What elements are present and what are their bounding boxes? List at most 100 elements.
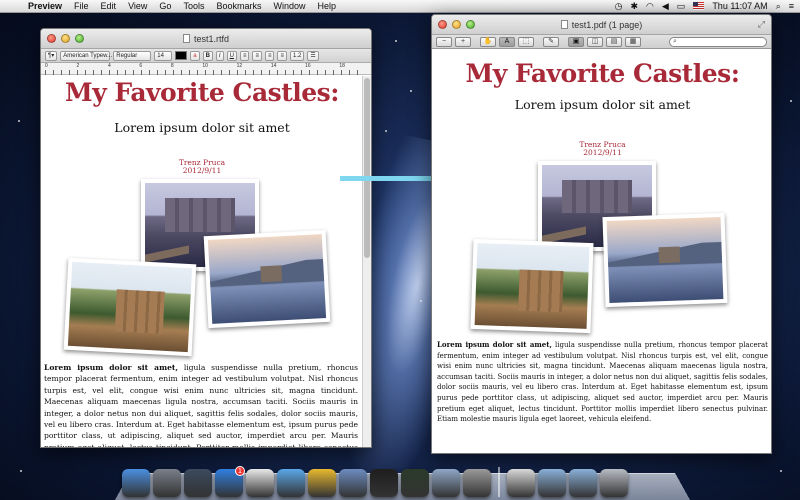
view-contact-sheet-icon[interactable]: ▦ bbox=[625, 36, 641, 47]
spotlight-icon[interactable]: ⌕ bbox=[776, 1, 781, 12]
preview-window: test1.pdf (1 page) ⤢ − + ✋ A ⬚ ✎ ▣ ◫ ▤ ▦… bbox=[431, 14, 772, 454]
menu-app-name[interactable]: Preview bbox=[22, 1, 68, 11]
align-center-icon[interactable]: ≡ bbox=[252, 50, 262, 61]
menu-clock[interactable]: Thu 11:07 AM bbox=[712, 1, 767, 11]
menu-bar: Preview File Edit View Go Tools Bookmark… bbox=[0, 0, 800, 13]
document-subtitle: Lorem ipsum dolor sit amet bbox=[114, 120, 290, 135]
activity-monitor-icon[interactable] bbox=[401, 469, 429, 497]
document-author: Trenz Pruca 2012/9/11 bbox=[432, 140, 771, 158]
dock-separator bbox=[498, 467, 500, 497]
safari-icon[interactable] bbox=[277, 469, 305, 497]
menu-file[interactable]: File bbox=[68, 1, 95, 11]
zoom-button[interactable] bbox=[75, 34, 84, 43]
photo-alhambra[interactable] bbox=[470, 238, 594, 334]
menu-bookmarks[interactable]: Bookmarks bbox=[210, 1, 267, 11]
preview-icon[interactable] bbox=[432, 469, 460, 497]
menu-tools[interactable]: Tools bbox=[177, 1, 210, 11]
textedit-icon[interactable] bbox=[246, 469, 274, 497]
photo-alhambra[interactable] bbox=[63, 257, 197, 357]
justify-icon[interactable]: ≡ bbox=[277, 50, 287, 61]
xcode-icon[interactable] bbox=[339, 469, 367, 497]
text-tool-icon[interactable]: A bbox=[499, 36, 515, 47]
font-weight-popup[interactable]: Regular bbox=[113, 50, 152, 61]
ruler-number: 18 bbox=[339, 63, 345, 69]
photo-eilean-donan[interactable] bbox=[203, 229, 331, 329]
paragraph-style-popup[interactable]: ¶▾ bbox=[45, 50, 58, 61]
mission-control-icon[interactable] bbox=[184, 469, 212, 497]
zoom-out-icon[interactable]: − bbox=[436, 36, 452, 47]
preview-titlebar[interactable]: test1.pdf (1 page) ⤢ bbox=[432, 15, 771, 35]
annotate-icon[interactable]: ✎ bbox=[543, 36, 559, 47]
ruler[interactable]: 0 2 4 6 8 10 12 14 16 18 bbox=[41, 63, 371, 75]
ruler-number: 14 bbox=[270, 63, 277, 69]
dock: 1 bbox=[122, 459, 682, 497]
menu-window[interactable]: Window bbox=[267, 1, 311, 11]
document-date: 2012/9/11 bbox=[583, 148, 622, 158]
ruler-number: 0 bbox=[45, 63, 48, 69]
chrome-icon[interactable] bbox=[308, 469, 336, 497]
align-right-icon[interactable]: ≡ bbox=[264, 50, 275, 61]
battery-icon[interactable]: ▭ bbox=[677, 1, 686, 12]
close-button[interactable] bbox=[47, 34, 56, 43]
view-thumbnails-icon[interactable]: ◫ bbox=[587, 36, 603, 47]
text-color-well[interactable] bbox=[175, 51, 188, 60]
downloads-folder-icon[interactable] bbox=[569, 469, 597, 497]
document-body: Lorem ipsum dolor sit amet, ligula suspe… bbox=[44, 362, 358, 447]
pdf-document-icon[interactable] bbox=[507, 469, 535, 497]
menu-help[interactable]: Help bbox=[311, 1, 342, 11]
vertical-scrollbar[interactable] bbox=[362, 76, 371, 447]
dock-badge: 1 bbox=[235, 466, 245, 476]
preview-toolbar: − + ✋ A ⬚ ✎ ▣ ◫ ▤ ▦ ⌕ bbox=[432, 35, 771, 49]
notification-center-icon[interactable]: ≡ bbox=[789, 1, 794, 11]
time-machine-icon[interactable]: ◷ bbox=[615, 1, 623, 12]
pdf-page[interactable]: My Favorite Castles: Lorem ipsum dolor s… bbox=[432, 51, 771, 453]
bluetooth-icon[interactable]: ✱ bbox=[630, 1, 638, 12]
volume-icon[interactable]: ◀ bbox=[662, 1, 669, 12]
minimize-button[interactable] bbox=[61, 34, 70, 43]
list-popup[interactable]: ☰ bbox=[307, 50, 319, 61]
document-proxy-icon[interactable] bbox=[182, 34, 190, 43]
menu-view[interactable]: View bbox=[122, 1, 153, 11]
zoom-in-icon[interactable]: + bbox=[455, 36, 471, 47]
trash-icon[interactable] bbox=[600, 469, 628, 497]
close-button[interactable] bbox=[438, 20, 447, 29]
document-proxy-icon[interactable] bbox=[560, 20, 568, 29]
align-left-icon[interactable]: ≡ bbox=[239, 50, 250, 61]
select-tool-icon[interactable]: ⬚ bbox=[518, 36, 534, 47]
finder-icon[interactable] bbox=[122, 469, 150, 497]
textedit-document[interactable]: My Favorite Castles: Lorem ipsum dolor s… bbox=[41, 76, 363, 447]
font-size-field[interactable]: 14 bbox=[154, 50, 173, 61]
system-preferences-icon[interactable] bbox=[463, 469, 491, 497]
font-family-popup[interactable]: American Typew... bbox=[60, 50, 112, 61]
search-input[interactable]: ⌕ bbox=[669, 36, 767, 47]
document-author: Trenz Pruca 2012/9/11 bbox=[41, 158, 363, 176]
document-title: My Favorite Castles: bbox=[65, 78, 339, 107]
ruler-number: 8 bbox=[170, 63, 174, 69]
menu-edit[interactable]: Edit bbox=[95, 1, 123, 11]
launchpad-icon[interactable] bbox=[153, 469, 181, 497]
input-source-flag-icon[interactable] bbox=[693, 2, 705, 10]
line-spacing-popup[interactable]: 1.2 bbox=[290, 50, 305, 61]
textedit-title: test1.rtfd bbox=[193, 33, 229, 44]
bold-button[interactable]: B bbox=[202, 50, 213, 61]
menu-go[interactable]: Go bbox=[153, 1, 177, 11]
fullscreen-icon[interactable]: ⤢ bbox=[758, 19, 765, 30]
move-tool-icon[interactable]: ✋ bbox=[480, 36, 496, 47]
minimize-button[interactable] bbox=[452, 20, 461, 29]
ruler-number: 12 bbox=[236, 63, 243, 69]
app-store-icon[interactable]: 1 bbox=[215, 466, 245, 497]
star bbox=[780, 470, 782, 472]
highlight-color-icon[interactable]: a bbox=[190, 50, 200, 61]
underline-button[interactable]: U bbox=[226, 50, 237, 61]
italic-button[interactable]: I bbox=[215, 50, 224, 61]
zoom-button[interactable] bbox=[466, 20, 475, 29]
star bbox=[18, 120, 20, 122]
textedit-titlebar[interactable]: test1.rtfd bbox=[41, 29, 371, 49]
terminal-icon[interactable] bbox=[370, 469, 398, 497]
view-toc-icon[interactable]: ▤ bbox=[606, 36, 622, 47]
applications-folder-icon[interactable] bbox=[538, 469, 566, 497]
view-content-icon[interactable]: ▣ bbox=[568, 36, 584, 47]
document-subtitle: Lorem ipsum dolor sit amet bbox=[514, 97, 691, 112]
photo-eilean-donan[interactable] bbox=[602, 212, 728, 308]
wifi-icon[interactable]: ◠ bbox=[646, 1, 654, 12]
